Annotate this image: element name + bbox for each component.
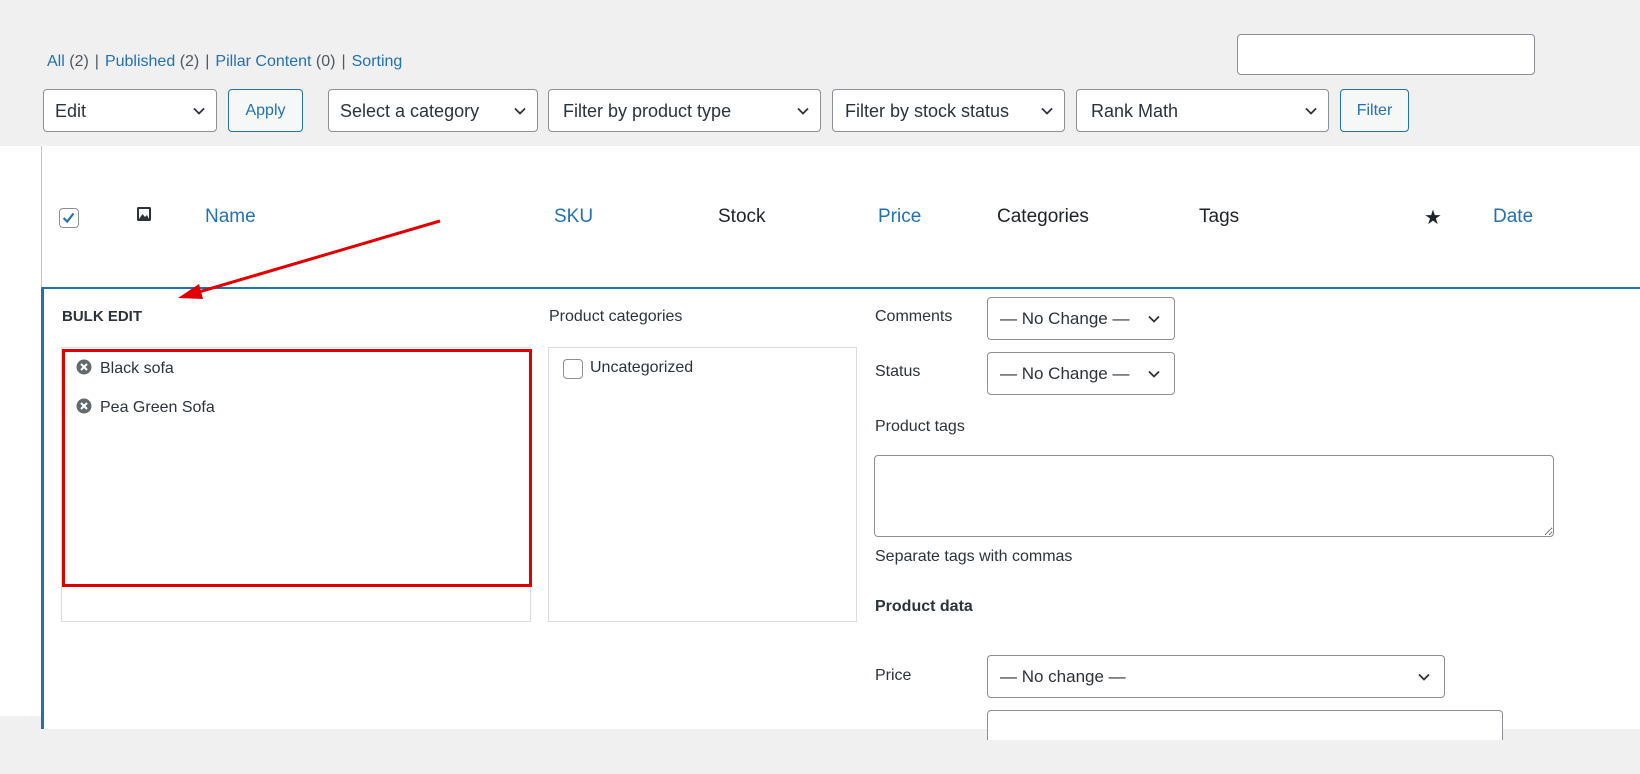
price-label: Price <box>875 667 912 684</box>
image-icon <box>137 207 151 221</box>
stock-status-filter-select[interactable]: Filter by stock status <box>832 89 1065 132</box>
status-select-value: — No Change — <box>1000 364 1130 383</box>
status-select[interactable]: — No Change — <box>987 352 1175 395</box>
select-all-checkbox[interactable] <box>59 208 79 228</box>
filter-button[interactable]: Filter <box>1340 89 1409 132</box>
column-categories: Categories <box>997 206 1089 227</box>
bulk-action-select[interactable]: Edit <box>43 89 217 132</box>
table-header <box>41 146 1640 287</box>
view-all-count: (2) <box>69 53 89 70</box>
view-pillar-label: Pillar Content <box>215 53 312 70</box>
price-select[interactable]: — No change — <box>987 655 1445 698</box>
category-label-uncategorized[interactable]: Uncategorized <box>590 359 693 377</box>
chevron-down-icon <box>1148 370 1160 378</box>
chevron-down-icon <box>1418 673 1430 681</box>
column-date[interactable]: Date <box>1493 206 1533 228</box>
chevron-down-icon <box>1148 315 1160 323</box>
chevron-down-icon <box>1041 107 1053 115</box>
tags-hint: Separate tags with commas <box>875 548 1073 565</box>
column-name[interactable]: Name <box>205 206 256 228</box>
view-separator: | <box>94 53 99 70</box>
checkmark-icon <box>62 212 75 224</box>
status-label: Status <box>875 363 921 380</box>
chevron-down-icon <box>514 107 526 115</box>
view-separator: | <box>341 53 346 70</box>
view-separator: | <box>205 53 210 70</box>
price-select-value: — No change — <box>1000 667 1126 686</box>
rank-math-filter-value: Rank Math <box>1091 101 1179 121</box>
view-published-link[interactable]: Published (2) <box>105 53 199 70</box>
chevron-down-icon <box>193 107 205 115</box>
apply-button[interactable]: Apply <box>228 89 303 132</box>
product-data-heading: Product data <box>875 598 973 615</box>
category-checkbox-uncategorized[interactable] <box>563 359 583 379</box>
view-published-count: (2) <box>179 53 200 70</box>
chevron-down-icon <box>797 107 809 115</box>
stock-status-filter-value: Filter by stock status <box>845 101 1010 121</box>
star-icon[interactable]: ★ <box>1424 205 1442 230</box>
search-input[interactable] <box>1237 34 1535 75</box>
status-views: All (2) | Published (2) | Pillar Content (0)… <box>47 53 402 71</box>
product-categories-label: Product categories <box>549 308 683 325</box>
view-sorting-link[interactable]: Sorting <box>352 53 403 70</box>
category-filter-value: Select a category <box>340 101 480 121</box>
view-pillar-count: (0) <box>315 53 336 70</box>
product-categories-list <box>548 347 857 622</box>
view-all-label: All <box>47 53 65 70</box>
comments-select[interactable]: — No Change — <box>987 297 1175 340</box>
next-field-input[interactable] <box>987 710 1503 740</box>
category-filter-select[interactable]: Select a category <box>328 89 538 132</box>
product-tags-label: Product tags <box>875 418 965 435</box>
product-type-filter-value: Filter by product type <box>563 101 732 121</box>
column-sku[interactable]: SKU <box>554 206 593 228</box>
highlight-box <box>62 349 532 587</box>
column-tags: Tags <box>1199 206 1240 227</box>
bulk-edit-title: BULK EDIT <box>62 308 142 325</box>
view-all-link[interactable]: All (2) <box>47 53 89 70</box>
products-screen: All (2) | Published (2) | Pillar Content (0)… <box>0 0 1640 774</box>
column-stock: Stock <box>718 206 766 227</box>
column-price[interactable]: Price <box>878 206 921 228</box>
product-type-filter-select[interactable]: Filter by product type <box>548 89 821 132</box>
chevron-down-icon <box>1305 107 1317 115</box>
view-pillar-content-link[interactable]: Pillar Content (0) <box>215 53 335 70</box>
product-tags-textarea[interactable] <box>874 455 1554 537</box>
rank-math-filter-select[interactable]: Rank Math <box>1076 89 1329 132</box>
bulk-action-value: Edit <box>55 101 87 121</box>
view-published-label: Published <box>104 53 176 70</box>
comments-label: Comments <box>875 308 953 325</box>
comments-select-value: — No Change — <box>1000 309 1130 328</box>
